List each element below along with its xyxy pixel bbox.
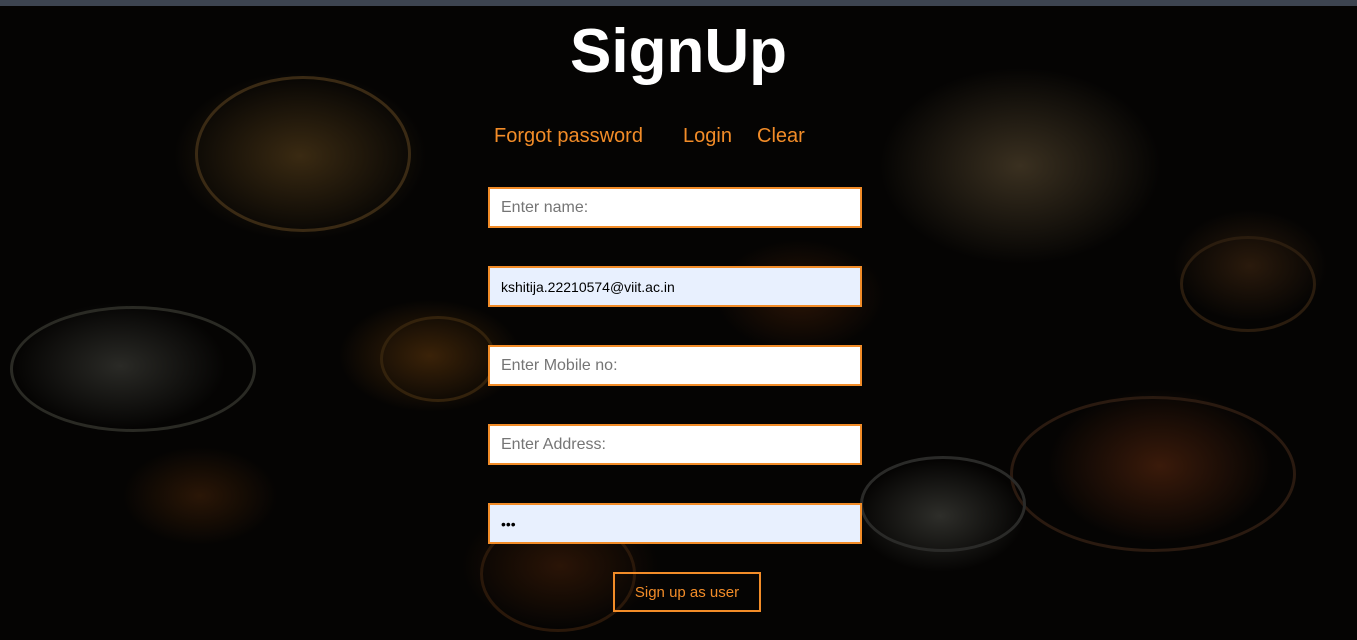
curry-bowl-decor — [380, 316, 496, 402]
raita-bowl-decor — [860, 456, 1026, 552]
sign-up-button[interactable]: Sign up as user — [613, 572, 761, 612]
page-title: SignUp — [570, 17, 787, 86]
password-input[interactable] — [488, 503, 862, 544]
forgot-password-link[interactable]: Forgot password — [494, 124, 643, 148]
address-input[interactable] — [488, 424, 862, 465]
rice-plate-decor — [1010, 396, 1296, 552]
clear-link[interactable]: Clear — [757, 124, 805, 148]
biryani-pot-decor — [195, 76, 411, 232]
food-background-image — [0, 6, 1357, 640]
login-link[interactable]: Login — [683, 124, 732, 148]
mobile-input[interactable] — [488, 345, 862, 386]
clay-pot-decor — [1180, 236, 1316, 332]
rice-bowl-decor — [10, 306, 256, 432]
email-input[interactable] — [488, 266, 862, 307]
name-input[interactable] — [488, 187, 862, 228]
